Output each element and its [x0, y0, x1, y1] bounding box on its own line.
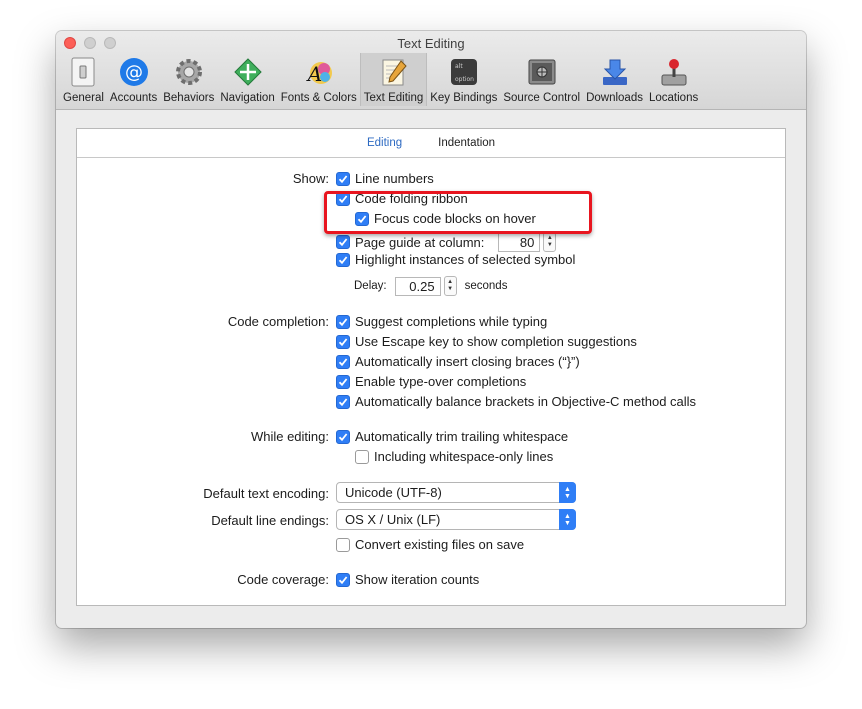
toolbar-label: Key Bindings: [430, 92, 498, 104]
toolbar-label: General: [63, 92, 104, 104]
checkbox-label: Line numbers: [355, 171, 434, 186]
page-guide-checkbox[interactable]: Page guide at column: 80 ▲ ▼: [336, 232, 557, 252]
checkbox-checked[interactable]: [336, 235, 350, 249]
checkbox-label: Enable type-over completions: [355, 374, 527, 389]
at-sign-icon: @: [118, 56, 150, 88]
checkbox-checked[interactable]: [336, 171, 350, 186]
escape-key-checkbox[interactable]: Use Escape key to show completion sugges…: [336, 334, 637, 349]
delay-field[interactable]: 0.25: [394, 276, 441, 296]
checkbox-checked[interactable]: [336, 334, 350, 349]
toolbar-item-text-editing[interactable]: Text Editing: [359, 53, 428, 106]
type-over-checkbox[interactable]: Enable type-over completions: [336, 374, 526, 389]
checkbox-label: Automatically balance brackets in Object…: [355, 394, 697, 409]
highlight-instances-checkbox[interactable]: Highlight instances of selected symbol: [336, 252, 575, 267]
updown-chevron-icon: ▲ ▼: [559, 509, 576, 530]
delay-stepper[interactable]: ▲ ▼: [443, 276, 457, 296]
svg-text:@: @: [125, 62, 143, 83]
select-value: Unicode (UTF-8): [345, 485, 442, 500]
safe-icon: [526, 56, 558, 88]
toolbar-item-behaviors[interactable]: Behaviors: [160, 53, 217, 106]
iteration-counts-checkbox[interactable]: Show iteration counts: [336, 572, 479, 587]
checkbox-label: Including whitespace-only lines: [374, 449, 554, 464]
checkbox-label: Show iteration counts: [355, 572, 480, 587]
checkbox-label: Automatically trim trailing whitespace: [355, 429, 569, 444]
toolbar-label: Locations: [648, 92, 699, 104]
checkbox-checked[interactable]: [336, 429, 350, 444]
checkbox-checked[interactable]: [336, 314, 350, 329]
toolbar-label: Text Editing: [363, 92, 424, 104]
text-encoding-label: Default text encoding:: [203, 486, 329, 501]
toolbar-label: Source Control: [503, 92, 581, 104]
checkbox-unchecked[interactable]: [355, 449, 369, 464]
download-arrow-icon: [599, 56, 631, 88]
gear-icon: [173, 56, 205, 88]
window-title: Text Editing: [397, 36, 465, 51]
page-guide-stepper[interactable]: ▲ ▼: [543, 232, 557, 252]
title-bar: Text Editing General @ Accounts Behavior…: [56, 31, 806, 110]
toolbar-label: Behaviors: [163, 92, 215, 104]
toolbar-item-fonts-colors[interactable]: A Fonts & Colors: [278, 53, 360, 106]
show-label: Show:: [292, 171, 329, 186]
code-completion-label: Code completion:: [227, 314, 329, 329]
balance-brackets-checkbox[interactable]: Automatically balance brackets in Object…: [336, 394, 696, 409]
toolbar-item-source-control[interactable]: Source Control: [500, 53, 583, 106]
checkbox-checked[interactable]: [336, 572, 350, 587]
tab-editing[interactable]: Editing: [367, 137, 402, 149]
toolbar-item-navigation[interactable]: Navigation: [217, 53, 277, 106]
font-palette-icon: A: [303, 56, 335, 88]
toolbar-item-general[interactable]: General: [60, 53, 107, 106]
checkbox-checked[interactable]: [336, 354, 350, 369]
closing-braces-checkbox[interactable]: Automatically insert closing braces (“}”…: [336, 354, 580, 369]
preferences-toolbar: General @ Accounts Behaviors Navigation: [60, 53, 701, 108]
annotation-highlight-box: [324, 191, 592, 234]
whitespace-only-lines-checkbox[interactable]: Including whitespace-only lines: [355, 449, 553, 464]
toolbar-label: Navigation: [220, 92, 275, 104]
switch-icon: [67, 56, 99, 88]
checkbox-checked[interactable]: [336, 394, 350, 409]
checkbox-label: Page guide at column:: [355, 234, 485, 250]
toolbar-item-locations[interactable]: Locations: [646, 53, 701, 106]
tab-indentation[interactable]: Indentation: [438, 137, 495, 149]
line-endings-label: Default line endings:: [211, 513, 329, 528]
checkbox-checked[interactable]: [336, 252, 350, 267]
text-encoding-select[interactable]: Unicode (UTF-8) ▲ ▼: [336, 482, 576, 503]
checkbox-label: Highlight instances of selected symbol: [355, 252, 576, 267]
checkbox-label: Suggest completions while typing: [355, 314, 548, 329]
checkbox-checked[interactable]: [336, 374, 350, 389]
checkbox-label: Use Escape key to show completion sugges…: [355, 334, 637, 349]
convert-files-checkbox[interactable]: Convert existing files on save: [336, 537, 524, 552]
code-coverage-label: Code coverage:: [237, 572, 329, 587]
keyboard-keys-icon: alt option: [448, 56, 480, 88]
delay-unit: seconds: [464, 280, 508, 292]
checkbox-label: Convert existing files on save: [355, 537, 525, 552]
svg-text:option: option: [455, 76, 474, 83]
delay-label: Delay:: [354, 280, 387, 292]
trim-whitespace-checkbox[interactable]: Automatically trim trailing whitespace: [336, 429, 568, 444]
segmented-tabs: Editing Indentation: [77, 129, 785, 158]
checkbox-label: Automatically insert closing braces (“}”…: [355, 354, 580, 369]
toolbar-item-downloads[interactable]: Downloads: [583, 53, 646, 106]
while-editing-label: While editing:: [250, 429, 329, 444]
svg-text:A: A: [306, 62, 322, 86]
updown-chevron-icon: ▲ ▼: [559, 482, 576, 503]
toolbar-item-accounts[interactable]: @ Accounts: [107, 53, 160, 106]
toolbar-item-key-bindings[interactable]: alt option Key Bindings: [427, 53, 500, 106]
delay-row: Delay: 0.25 ▲ ▼ seconds: [354, 276, 507, 296]
page-guide-column-field[interactable]: 80: [498, 232, 541, 252]
notepad-pencil-icon: [378, 56, 410, 88]
line-endings-select[interactable]: OS X / Unix (LF) ▲ ▼: [336, 509, 576, 530]
toolbar-label: Downloads: [586, 92, 643, 104]
toolbar-label: Accounts: [109, 92, 158, 104]
joystick-icon: [658, 56, 690, 88]
toolbar-label: Fonts & Colors: [280, 92, 357, 104]
checkbox-unchecked[interactable]: [336, 537, 350, 552]
navigation-arrows-icon: [232, 56, 264, 88]
suggest-completions-checkbox[interactable]: Suggest completions while typing: [336, 314, 547, 329]
select-value: OS X / Unix (LF): [345, 512, 441, 527]
svg-text:alt: alt: [455, 63, 463, 70]
line-numbers-checkbox[interactable]: Line numbers: [336, 171, 434, 186]
